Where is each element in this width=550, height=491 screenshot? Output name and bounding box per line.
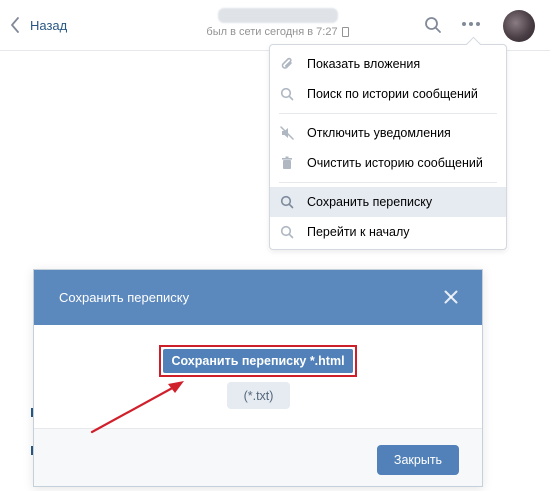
close-button[interactable]: Закрыть [377,445,459,475]
dialog-title: Сохранить переписку [59,290,190,305]
last-seen-text: был в сети сегодня в 7:27 [206,26,338,38]
contact-info[interactable]: был в сети сегодня в 7:27 [190,8,365,38]
search-icon [279,224,295,240]
more-dot [476,22,480,26]
menu-divider [279,182,497,183]
menu-item-show-attachments[interactable]: Показать вложения [270,49,506,79]
menu-item-label: Перейти к началу [307,225,410,239]
mute-icon [279,125,295,141]
search-icon [279,86,295,102]
save-html-button[interactable]: Сохранить переписку *.html [163,349,353,373]
save-txt-button[interactable]: (*.txt) [227,382,290,409]
dialog-footer: Закрыть [34,428,482,486]
actions-dropdown-menu: Показать вложения Поиск по истории сообщ… [269,36,507,250]
contact-status: был в сети сегодня в 7:27 [190,26,365,38]
back-button[interactable]: Назад [10,10,67,40]
close-icon[interactable] [444,290,458,309]
menu-item-mute-notifications[interactable]: Отключить уведомления [270,118,506,148]
highlight-frame: Сохранить переписку *.html [159,345,357,377]
trash-icon [279,155,295,171]
menu-item-label: Очистить историю сообщений [307,156,483,170]
menu-item-label: Отключить уведомления [307,126,451,140]
chevron-left-icon [10,17,20,33]
menu-item-save-conversation[interactable]: Сохранить переписку [270,187,506,217]
mobile-phone-icon [341,27,349,37]
dialog-header: Сохранить переписку [34,270,482,325]
menu-divider [279,113,497,114]
menu-item-clear-history[interactable]: Очистить историю сообщений [270,148,506,178]
menu-item-label: Сохранить переписку [307,195,433,209]
avatar[interactable] [503,10,535,42]
more-dot [469,22,473,26]
search-button[interactable] [424,16,442,39]
menu-item-label: Поиск по истории сообщений [307,87,478,101]
more-actions-button[interactable] [462,22,480,26]
paperclip-icon [279,56,295,72]
back-label: Назад [30,17,68,33]
vk-chat-page: Назад был в сети сегодня в 7:27 Показать… [0,0,550,491]
menu-item-label: Показать вложения [307,57,421,71]
more-dot [462,22,466,26]
menu-item-go-to-start[interactable]: Перейти к началу [270,217,506,247]
contact-name-blurred [217,8,338,23]
search-icon [424,17,442,38]
menu-item-search-history[interactable]: Поиск по истории сообщений [270,79,506,109]
search-icon [279,194,295,210]
save-conversation-dialog: Сохранить переписку Сохранить переписку … [33,269,483,487]
